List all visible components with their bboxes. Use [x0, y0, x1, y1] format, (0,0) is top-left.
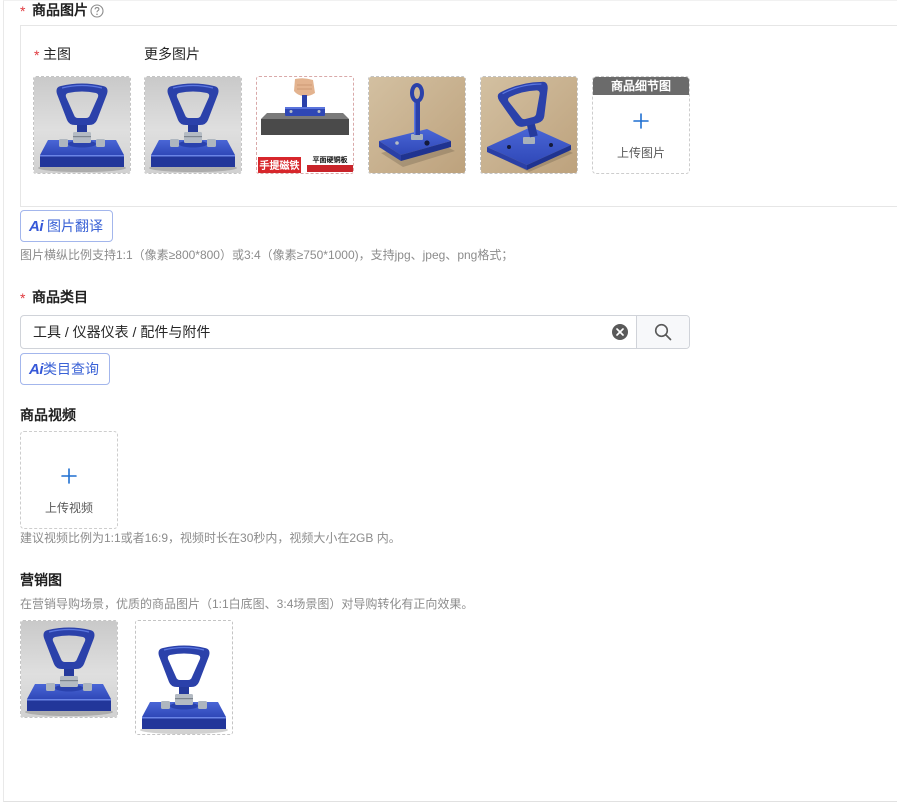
category-label: 商品类目: [32, 289, 88, 305]
product-photo: [481, 77, 577, 173]
more-image-thumb-3[interactable]: [368, 76, 466, 174]
marketing-hint: 在营销导购场景，优质的商品图片（1:1白底图、3:4场景图）对导购转化有正向效果…: [20, 597, 474, 611]
marketing-image-square[interactable]: [20, 620, 118, 718]
category-select: [20, 315, 690, 349]
required-mark: *: [20, 3, 26, 19]
question-circle-icon[interactable]: [90, 4, 104, 18]
product-images-box: * 主图 更多图片 手提磁铁 平面硬铜板 商品细节图 上传图片: [20, 25, 897, 207]
plus-icon: [60, 467, 78, 485]
video-upload[interactable]: 上传视频: [20, 431, 118, 529]
video-hint: 建议视频比例为1:1或者16:9，视频时长在30秒内，视频大小在2GB 内。: [20, 531, 401, 545]
marketing-image-portrait[interactable]: [135, 620, 233, 735]
required-mark: *: [20, 290, 26, 306]
search-button[interactable]: [636, 316, 689, 348]
marketing-label: 营销图: [20, 572, 62, 588]
product-images-label: 商品图片: [32, 2, 88, 18]
plus-icon: [632, 112, 650, 130]
image-translate-button[interactable]: Ai 图片翻译: [20, 210, 113, 242]
product-photo: [34, 77, 130, 173]
main-image-label: 主图: [43, 46, 71, 62]
product-photo: [136, 621, 232, 734]
close-circle-icon[interactable]: [611, 323, 629, 341]
photo-banner-text: 手提磁铁: [260, 159, 300, 172]
ai-icon: Ai: [29, 217, 44, 235]
upload-video-label: 上传视频: [44, 501, 93, 515]
category-input[interactable]: [21, 316, 636, 348]
main-required-mark: *: [34, 47, 40, 63]
search-icon: [654, 323, 672, 341]
detail-slot-header: 商品细节图: [593, 77, 689, 95]
photo-caption-text: 平面硬铜板: [313, 155, 349, 164]
product-photo: 手提磁铁 平面硬铜板: [257, 77, 353, 173]
ai-category-search-button[interactable]: Ai 类目查询: [20, 353, 110, 385]
product-photo: [145, 77, 241, 173]
main-image-thumb[interactable]: [33, 76, 131, 174]
image-format-hint: 图片横纵比例支持1:1（像素≥800*800）或3:4（像素≥750*1000)…: [20, 248, 514, 262]
product-photo: [21, 621, 117, 717]
more-images-label: 更多图片: [144, 46, 200, 62]
more-image-thumb-1[interactable]: [144, 76, 242, 174]
upload-image-label: 上传图片: [616, 146, 665, 160]
product-photo: [369, 77, 465, 173]
image-translate-label: 图片翻译: [47, 218, 103, 234]
more-image-thumb-2[interactable]: 手提磁铁 平面硬铜板: [256, 76, 354, 174]
more-image-thumb-4[interactable]: [480, 76, 578, 174]
video-label: 商品视频: [20, 407, 76, 423]
ai-category-search-label: 类目查询: [43, 361, 99, 377]
detail-image-upload[interactable]: 商品细节图 上传图片: [592, 76, 690, 174]
ai-icon: Ai: [29, 360, 44, 378]
